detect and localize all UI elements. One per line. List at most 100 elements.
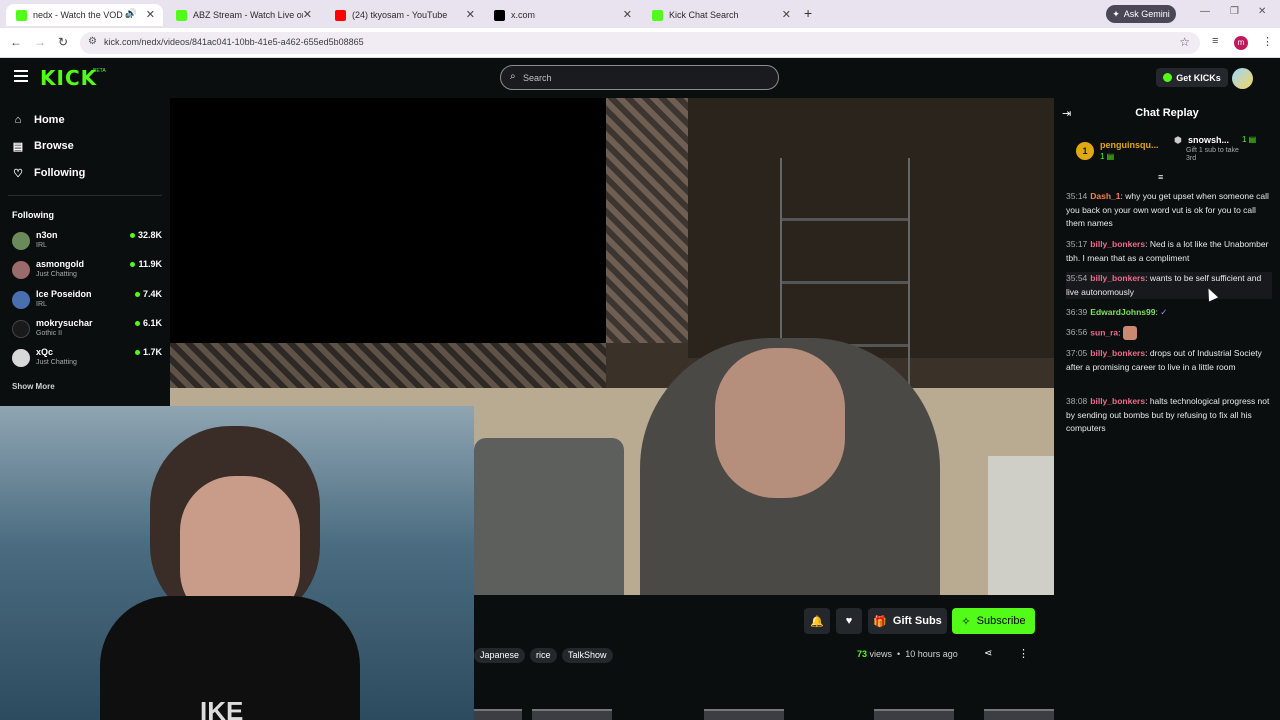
kick-favicon-icon [16,9,27,21]
gifter-name: snowsh... [1188,135,1230,145]
close-icon[interactable]: ✕ [782,8,791,21]
live-dot-icon [134,321,140,327]
video-thumbnail[interactable] [874,709,954,720]
viewer-count: 32.8K [129,230,162,240]
viewer-count: 6.1K [134,318,162,328]
sidebar-item-following[interactable]: ♡ Following [12,165,85,181]
gift-subs-button[interactable]: 🎁 Gift Subs [868,608,947,634]
ask-gemini-button[interactable]: ✦ Ask Gemini [1106,5,1176,23]
tab-title: x.com [511,10,536,20]
channel-name: asmongold [36,259,85,269]
sidebar-item-label: Home [34,114,65,126]
followed-channel[interactable]: mokrysuchar Gothic II 6.1K [12,317,162,341]
close-icon[interactable]: ✕ [303,8,312,21]
tag-chip[interactable]: TalkShow [562,648,613,663]
video-host-face [715,348,845,498]
maximize-icon[interactable]: ❐ [1230,6,1239,17]
heart-icon: ♡ [13,167,23,180]
heart-icon: ♥ [845,615,853,627]
message-user[interactable]: sun_ra [1090,327,1118,337]
window-close-icon[interactable]: ✕ [1258,6,1266,17]
sidebar-item-browse[interactable]: ▤ Browse [12,138,74,154]
kick-logo[interactable]: KICK [40,66,97,90]
tag-chip[interactable]: Japanese [474,648,526,663]
following-header: Following [12,210,54,220]
channel-category: Just Chatting [36,271,77,278]
search-input[interactable]: ⌕ Search [500,65,779,90]
message-user[interactable]: billy_bonkers [1090,239,1145,249]
related-videos-strip [474,709,1054,720]
tab-kick-vod[interactable]: nedx - Watch the VOD on 🔊 ✕ [6,4,163,26]
get-kicks-button[interactable]: Get KICKs [1156,68,1228,87]
back-icon[interactable]: ← [10,35,22,49]
show-more-link[interactable]: Show More [12,382,55,391]
channel-category: Just Chatting [36,359,77,366]
minimize-icon[interactable]: — [1200,6,1210,17]
search-icon: ⌕ [510,71,516,82]
left-sidebar: ⌂ Home ▤ Browse ♡ Following Following n3… [0,98,170,404]
expand-pinned-icon[interactable]: ≡ [1158,172,1163,182]
video-thumbnail[interactable] [532,709,612,720]
forward-icon[interactable]: → [34,35,46,49]
live-dot-icon [130,262,136,268]
followed-channel[interactable]: asmongold Just Chatting 11.9K [12,258,162,282]
avatar [12,261,30,279]
followed-channel[interactable]: n3on IRL 32.8K [12,229,162,253]
followed-channel[interactable]: Ice Poseidon IRL 7.4K [12,288,162,312]
reload-icon[interactable]: ↻ [58,35,68,49]
url-field[interactable]: ⚙ kick.com/nedx/videos/841ac041-10bb-41e… [80,32,1200,54]
live-dot-icon [129,233,135,239]
site-info-icon[interactable]: ⚙ [88,36,97,47]
notification-bell-button[interactable]: 🔔 [804,608,830,634]
video-scene-wallpaper-strip [170,343,606,388]
chat-message: 37:05 billy_bonkers: drops out of Industr… [1066,348,1262,372]
channel-category: IRL [36,301,47,308]
top-gifter-1[interactable]: 1 penguinsqu... 1 ▤ [1076,140,1166,168]
avatar [12,320,30,338]
url-text: kick.com/nedx/videos/841ac041-10bb-41e5-… [104,37,364,47]
message-user[interactable]: billy_bonkers [1090,396,1145,406]
chat-message: 35:14 Dash_1: why you get upset when some… [1066,191,1269,228]
message-user[interactable]: EdwardJohns99 [1090,307,1155,317]
follow-heart-button[interactable]: ♥ [836,608,862,634]
hamburger-menu-icon[interactable] [14,70,28,82]
sidebar-item-home[interactable]: ⌂ Home [12,112,65,128]
more-options-icon[interactable]: ⋮ [1018,647,1029,660]
views-info: 73 views • 10 hours ago [857,649,958,659]
shield-icon: ⬢ [1174,135,1182,145]
shirt-print: IKE [200,696,244,720]
viewer-count-value: 1.7K [142,347,162,357]
bookmark-star-icon[interactable]: ☆ [1179,35,1190,49]
share-icon[interactable]: ⋖ [984,648,992,659]
close-icon[interactable]: ✕ [146,8,155,21]
profile-avatar[interactable]: m [1234,36,1248,50]
video-thumbnail[interactable] [704,709,784,720]
message-user[interactable]: billy_bonkers [1090,348,1145,358]
tab-youtube[interactable]: (24) tkyosam - YouTube ✕ [325,4,483,26]
gift-subs-label: Gift Subs [892,615,942,627]
video-thumbnail[interactable] [474,709,522,720]
live-dot-icon [134,292,140,298]
media-controls-icon[interactable]: ≡ [1212,35,1218,47]
close-icon[interactable]: ✕ [623,8,632,21]
video-thumbnail[interactable] [984,709,1054,720]
browser-menu-icon[interactable]: ⋮ [1262,35,1273,48]
views-count: 73 [857,649,868,659]
user-avatar[interactable] [1232,68,1253,89]
message-user[interactable]: Dash_1 [1090,191,1120,201]
new-tab-icon[interactable]: + [804,5,812,21]
tab-kick-chat-search[interactable]: Kick Chat Search ✕ [642,4,799,26]
followed-channel[interactable]: xQc Just Chatting 1.7K [12,346,162,370]
speaker-icon[interactable]: 🔊 [126,8,137,19]
tab-abz-stream[interactable]: ABZ Stream - Watch Live on Kic ✕ [166,4,320,26]
close-icon[interactable]: ✕ [466,8,475,21]
top-gifter-2[interactable]: ⬢ snowsh... 1 ▤ Gift 1 sub to take 3rd [1172,135,1276,169]
tab-x[interactable]: x.com ✕ [484,4,640,26]
tab-title: Kick Chat Search [669,10,739,20]
tag-chip[interactable]: rice [530,648,557,663]
subscribe-button[interactable]: ✧ Subscribe [952,608,1035,634]
chat-message: 35:17 billy_bonkers: Ned is a lot like th… [1066,239,1269,263]
star-icon: ✧ [961,615,971,628]
message-user[interactable]: billy_bonkers [1090,273,1145,283]
viewer-count-value: 6.1K [142,318,162,328]
